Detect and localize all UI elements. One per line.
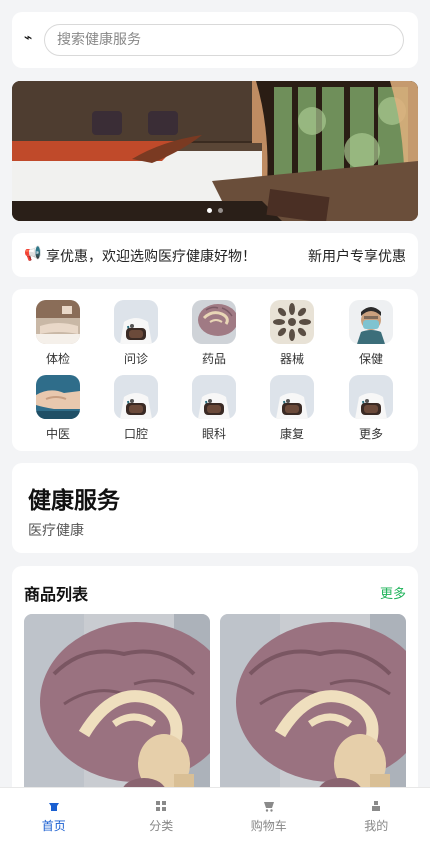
category-item-physical-exam[interactable]: 体检 — [23, 300, 93, 367]
service-subtitle: 医疗健康 — [28, 523, 84, 539]
hands-photo — [36, 375, 80, 419]
category-label: 中医 — [45, 427, 70, 441]
product-card-1[interactable] — [24, 614, 210, 806]
search-bar: ⌁ — [12, 12, 418, 68]
tab-home[interactable]: 首页 — [0, 788, 108, 844]
service-title: 健康服务 — [28, 488, 120, 514]
category-item-medicine[interactable]: 药品 — [179, 300, 249, 367]
category-item-dental[interactable]: 口腔 — [101, 375, 171, 442]
massage-photo — [36, 300, 80, 344]
tab-label: 分类 — [149, 819, 174, 833]
category-label: 保健 — [358, 352, 383, 366]
category-item-consult[interactable]: 问诊 — [101, 300, 171, 367]
category-item-device[interactable]: 器械 — [257, 300, 327, 367]
cart-icon — [215, 800, 323, 814]
brain-model-photo — [192, 300, 236, 344]
category-label: 体检 — [45, 352, 70, 366]
tab-cart[interactable]: 购物车 — [215, 788, 323, 844]
tab-label: 我的 — [364, 819, 389, 833]
carousel-indicators — [12, 208, 418, 213]
category-item-healthcare[interactable]: 保健 — [336, 300, 406, 367]
category-grid: 体检 问诊 药品 器械 保健 中医 口腔 眼科 康复 更多 — [12, 289, 418, 451]
speaker-icon: 📢 — [24, 246, 42, 262]
product-list: 商品列表 更多 — [12, 566, 418, 806]
carousel-dot-1[interactable] — [207, 208, 212, 213]
category-label: 口腔 — [123, 427, 148, 441]
banner-carousel[interactable] — [12, 81, 418, 221]
category-item-rehab[interactable]: 康复 — [257, 375, 327, 442]
grid-icon — [108, 800, 216, 814]
doctor-photo — [349, 375, 393, 419]
home-icon — [0, 800, 108, 814]
tab-category[interactable]: 分类 — [108, 788, 216, 844]
category-label: 问诊 — [123, 352, 148, 366]
category-item-tcm[interactable]: 中医 — [23, 375, 93, 442]
category-item-ophthalmology[interactable]: 眼科 — [179, 375, 249, 442]
category-label: 药品 — [201, 352, 226, 366]
more-link[interactable]: 更多 — [380, 583, 406, 602]
tab-label: 首页 — [41, 819, 66, 833]
category-label: 眼科 — [201, 427, 226, 441]
category-item-more[interactable]: 更多 — [336, 375, 406, 442]
tab-profile[interactable]: 我的 — [323, 788, 430, 844]
masked-doctor-photo — [349, 300, 393, 344]
category-label: 康复 — [279, 427, 304, 441]
health-service-card[interactable]: 健康服务 医疗健康 — [12, 463, 418, 553]
banner-image — [12, 81, 418, 221]
notice-text: 享优惠，欢迎选购医疗健康好物！ — [46, 249, 256, 265]
doctor-photo — [114, 300, 158, 344]
user-icon — [323, 800, 430, 814]
category-label: 器械 — [279, 352, 304, 366]
new-user-offer[interactable]: 新用户专享优惠 — [308, 246, 406, 266]
category-label: 更多 — [358, 427, 383, 441]
doctor-photo — [114, 375, 158, 419]
logo-icon: ⌁ — [24, 30, 33, 46]
search-input[interactable] — [44, 24, 404, 56]
tab-label: 购物车 — [250, 819, 287, 833]
bottom-tab-bar: 首页 分类 购物车 我的 — [0, 787, 430, 844]
doctor-photo — [270, 375, 314, 419]
notice-bar: 📢 享优惠，欢迎选购医疗健康好物！ 新用户专享优惠 — [12, 233, 418, 277]
product-list-title: 商品列表 — [24, 585, 89, 604]
pattern-photo — [270, 300, 314, 344]
carousel-dot-2[interactable] — [218, 208, 223, 213]
doctor-photo — [192, 375, 236, 419]
product-card-2[interactable] — [220, 614, 406, 806]
